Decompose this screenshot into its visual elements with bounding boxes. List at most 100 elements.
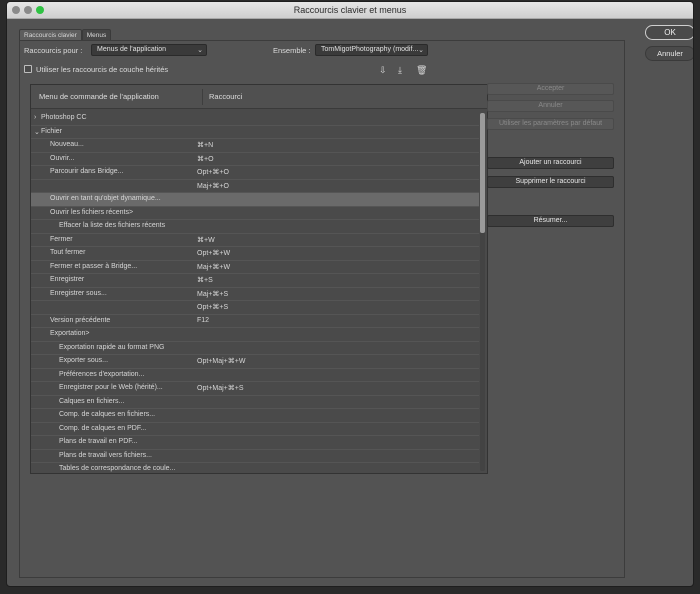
- row-command: Photoshop CC: [41, 114, 87, 121]
- row-command: Exporter sous...: [59, 357, 109, 364]
- set-select[interactable]: TomMigotPhotography (modif... ⌄: [315, 44, 428, 56]
- row-shortcut[interactable]: Maj+⌘+S: [197, 290, 228, 298]
- accept-button[interactable]: Accepter: [487, 83, 614, 95]
- tab-bar: Raccourcis clavier Menus: [19, 29, 112, 40]
- table-row[interactable]: Calques en fichiers...: [31, 396, 479, 409]
- row-shortcut[interactable]: ⌘+N: [197, 141, 213, 149]
- row-shortcut[interactable]: Maj+⌘+W: [197, 263, 230, 271]
- table-row[interactable]: Exportation rapide au format PNG: [31, 342, 479, 355]
- table-row[interactable]: Enregistrer ⌘+S: [31, 274, 479, 288]
- undo-button[interactable]: Annuler: [487, 100, 614, 112]
- scrollbar-thumb[interactable]: [480, 113, 485, 233]
- row-command: Exportation>: [50, 330, 90, 337]
- row-shortcut[interactable]: ⌘+O: [197, 155, 214, 163]
- row-command: Ouvrir...: [50, 154, 75, 162]
- row-command: Nouveau...: [50, 141, 84, 148]
- table-row[interactable]: Comp. de calques en fichiers...: [31, 409, 479, 423]
- legacy-layer-shortcuts-label: Utiliser les raccourcis de couche hérité…: [36, 65, 169, 74]
- table-row[interactable]: Préférences d'exportation...: [31, 369, 479, 382]
- row-command: Plans de travail vers fichiers...: [59, 451, 152, 459]
- row-command: Exportation rapide au format PNG: [59, 343, 165, 351]
- summarize-button[interactable]: Résumer...: [487, 215, 614, 227]
- table-row[interactable]: Plans de travail en PDF...: [31, 436, 479, 450]
- table-row[interactable]: Enregistrer pour le Web (hérité)... Opt+M…: [31, 382, 479, 396]
- table-rows: › Photoshop CC ⌄ Fichier Nouveau... ⌘+N Ouvrir…: [31, 112, 479, 473]
- shortcuts-table: Menu de commande de l'application Raccou…: [30, 84, 488, 474]
- table-header: Menu de commande de l'application Raccou…: [31, 85, 487, 109]
- column-divider: [202, 89, 203, 105]
- table-row[interactable]: Tables de correspondance de coule...: [31, 463, 479, 473]
- row-shortcut[interactable]: Opt+⌘+S: [197, 303, 228, 311]
- row-command: Parcourir dans Bridge...: [50, 168, 124, 175]
- save-as-icon[interactable]: ⤓: [398, 65, 402, 76]
- set-value: TomMigotPhotography (modif...: [321, 46, 419, 53]
- delete-shortcut-button[interactable]: Supprimer le raccourci: [487, 176, 614, 188]
- legacy-layer-shortcuts-checkbox[interactable]: [24, 65, 32, 73]
- tab-keyboard-shortcuts[interactable]: Raccourcis clavier: [19, 29, 82, 40]
- table-row[interactable]: Nouveau... ⌘+N: [31, 139, 479, 153]
- table-row[interactable]: Exportation>: [31, 328, 479, 342]
- table-row[interactable]: Exporter sous... Opt+Maj+⌘+W: [31, 355, 479, 369]
- row-command: Tables de correspondance de coule...: [59, 465, 176, 472]
- table-row[interactable]: Effacer la liste des fichiers récents: [31, 220, 479, 234]
- shortcuts-for-value: Menus de l'application: [97, 46, 167, 53]
- row-shortcut[interactable]: Opt+⌘+O: [197, 168, 229, 176]
- shortcuts-dialog: Raccourcis clavier et menus Raccourcis c…: [6, 1, 694, 587]
- row-shortcut[interactable]: Opt+Maj+⌘+S: [197, 384, 244, 392]
- disclosure-expanded-icon[interactable]: ⌄: [34, 128, 40, 136]
- cancel-button[interactable]: Annuler: [645, 46, 693, 61]
- ok-button[interactable]: OK: [645, 25, 693, 40]
- table-row[interactable]: Parcourir dans Bridge... Opt+⌘+O: [31, 166, 479, 180]
- table-row[interactable]: Comp. de calques en PDF...: [31, 423, 479, 436]
- row-command: Préférences d'exportation...: [59, 370, 145, 378]
- table-row[interactable]: Ouvrir... ⌘+O: [31, 153, 479, 166]
- row-command: Version précédente: [50, 316, 111, 324]
- shortcuts-for-select[interactable]: Menus de l'application ⌄: [91, 44, 207, 56]
- tab-menus[interactable]: Menus: [81, 29, 112, 40]
- table-row[interactable]: › Photoshop CC: [31, 112, 479, 126]
- row-command: Comp. de calques en PDF...: [59, 424, 147, 432]
- row-command: Fichier: [41, 127, 63, 135]
- table-row[interactable]: Ouvrir en tant qu'objet dynamique...: [31, 193, 479, 207]
- row-shortcut[interactable]: F12: [197, 317, 209, 324]
- shortcuts-for-label: Raccourcis pour :: [24, 46, 83, 55]
- row-command: Plans de travail en PDF...: [59, 438, 138, 445]
- table-row[interactable]: Enregistrer sous... Maj+⌘+S: [31, 288, 479, 301]
- row-command: Ouvrir en tant qu'objet dynamique...: [50, 195, 161, 202]
- table-row[interactable]: Opt+⌘+S: [31, 301, 479, 315]
- table-row[interactable]: Maj+⌘+O: [31, 180, 479, 193]
- row-shortcut[interactable]: Opt+⌘+W: [197, 249, 230, 257]
- table-row[interactable]: Fermer ⌘+W: [31, 234, 479, 247]
- table-row[interactable]: Tout fermer Opt+⌘+W: [31, 247, 479, 261]
- save-set-icon[interactable]: ⇩: [379, 65, 387, 76]
- row-command: Fermer: [50, 235, 73, 243]
- row-command: Effacer la liste des fichiers récents: [59, 222, 166, 229]
- row-command: Tout fermer: [50, 249, 86, 256]
- table-row[interactable]: ⌄ Fichier: [31, 126, 479, 139]
- table-row[interactable]: Fermer et passer à Bridge... Maj+⌘+W: [31, 261, 479, 274]
- row-shortcut[interactable]: Maj+⌘+O: [197, 182, 229, 190]
- disclosure-collapsed-icon[interactable]: ›: [34, 114, 36, 121]
- row-shortcut[interactable]: ⌘+S: [197, 276, 213, 284]
- chevron-down-icon: ⌄: [418, 47, 424, 54]
- table-row[interactable]: Ouvrir les fichiers récents>: [31, 207, 479, 220]
- column-header-shortcut[interactable]: Raccourci: [209, 92, 242, 101]
- row-shortcut[interactable]: ⌘+W: [197, 236, 215, 244]
- row-shortcut[interactable]: Opt+Maj+⌘+W: [197, 357, 245, 365]
- column-header-command[interactable]: Menu de commande de l'application: [39, 92, 159, 101]
- row-command: Enregistrer: [50, 276, 85, 283]
- use-default-button[interactable]: Utiliser les paramètres par défaut: [487, 118, 614, 130]
- row-command: Enregistrer sous...: [50, 289, 107, 297]
- table-row[interactable]: Version précédente F12: [31, 315, 479, 328]
- trash-icon[interactable]: 🗑: [416, 65, 427, 76]
- window-title: Raccourcis clavier et menus: [293, 5, 407, 15]
- table-scrollbar[interactable]: [480, 113, 485, 471]
- row-command: Ouvrir les fichiers récents>: [50, 208, 134, 216]
- set-label: Ensemble :: [273, 46, 311, 55]
- table-row[interactable]: Plans de travail vers fichiers...: [31, 450, 479, 463]
- row-command: Calques en fichiers...: [59, 397, 125, 405]
- title-bar: Raccourcis clavier et menus: [7, 2, 693, 19]
- chevron-down-icon: ⌄: [197, 47, 203, 54]
- row-command: Fermer et passer à Bridge...: [50, 262, 138, 270]
- add-shortcut-button[interactable]: Ajouter un raccourci: [487, 157, 614, 169]
